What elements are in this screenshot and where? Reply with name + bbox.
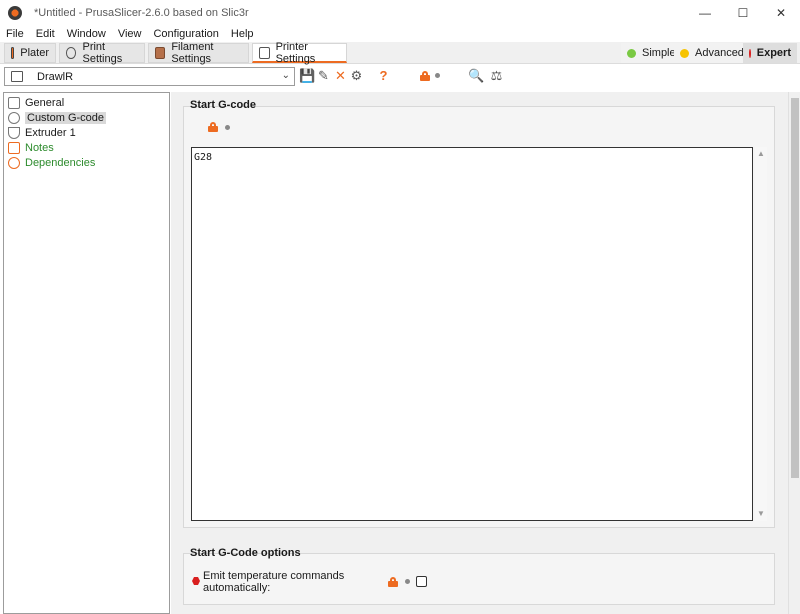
settings-tree: General Custom G-code Extruder 1 Notes D… [3, 92, 170, 614]
printer-icon [8, 96, 20, 109]
page-scrollbar[interactable] [788, 92, 800, 614]
tree-item-extruder-1[interactable]: Extruder 1 [4, 125, 169, 140]
unlock-icon[interactable] [388, 577, 398, 587]
gear-icon [8, 111, 20, 124]
tree-item-dependencies[interactable]: Dependencies [4, 155, 169, 170]
tree-item-label: Extruder 1 [25, 126, 76, 139]
dependencies-icon [8, 156, 20, 169]
menu-bar: File Edit Window View Configuration Help [0, 26, 800, 42]
tab-filament-settings[interactable]: Filament Settings [148, 41, 249, 65]
menu-help[interactable]: Help [231, 28, 254, 40]
printer-preset-dropdown[interactable]: DrawlR ⌄ [4, 67, 295, 86]
rename-preset-icon[interactable]: ✎ [316, 68, 331, 83]
print-settings-icon [66, 47, 77, 59]
menu-edit[interactable]: Edit [36, 28, 55, 40]
unlock-icon[interactable] [208, 122, 218, 132]
maximize-button[interactable]: ☐ [724, 0, 762, 26]
start-gcode-title: Start G-code [190, 99, 257, 111]
question-icon[interactable]: ? [376, 68, 391, 83]
tree-item-custom-gcode[interactable]: Custom G-code [4, 110, 169, 125]
window-controls: — ☐ ✕ [686, 0, 800, 26]
tab-filament-settings-label: Filament Settings [171, 41, 214, 65]
tree-item-general[interactable]: General [4, 95, 169, 110]
tab-plater[interactable]: Plater [4, 43, 56, 63]
chevron-down-icon: ⌄ [281, 70, 290, 81]
mode-advanced-label: Advanced [695, 47, 744, 59]
menu-window[interactable]: Window [67, 28, 106, 40]
system-value-dot-icon[interactable] [435, 73, 440, 78]
tree-item-label: General [25, 96, 65, 109]
simple-mode-icon [627, 48, 636, 58]
scroll-down-icon[interactable]: ▼ [757, 509, 765, 518]
tab-print-settings-label: Print Settings [82, 41, 123, 65]
settings-page: Start G-code G28 ▲ ▼ Start G-Code option… [171, 92, 800, 614]
menu-configuration[interactable]: Configuration [153, 28, 218, 40]
page-scrollbar-thumb[interactable] [791, 98, 799, 478]
scroll-up-icon[interactable]: ▲ [757, 149, 765, 158]
emit-temperature-label-line2: automatically: [203, 582, 271, 594]
extruder-icon [8, 126, 20, 139]
window-title: *Untitled - PrusaSlicer-2.6.0 based on S… [34, 7, 249, 19]
start-gcode-options-title: Start G-Code options [190, 547, 301, 559]
mode-simple[interactable]: Simple [621, 43, 682, 63]
system-value-dot-icon[interactable] [405, 579, 410, 584]
emit-temperature-checkbox[interactable] [416, 576, 427, 587]
emit-temperature-label-line1: Emit temperature commands [203, 570, 345, 582]
menu-file[interactable]: File [6, 28, 24, 40]
mode-simple-label: Simple [642, 47, 676, 59]
tree-item-label: Notes [25, 141, 54, 154]
filament-icon [155, 47, 166, 59]
start-gcode-editor[interactable]: G28 [191, 147, 753, 521]
save-preset-icon[interactable]: 💾 [299, 68, 315, 83]
close-button[interactable]: ✕ [762, 0, 800, 26]
tab-print-settings[interactable]: Print Settings [59, 41, 145, 65]
prusaslicer-logo-icon [8, 6, 22, 20]
tree-item-label: Custom G-code [25, 111, 107, 124]
tab-bar: Plater Print Settings Filament Settings … [0, 40, 800, 65]
tree-item-label: Dependencies [25, 156, 96, 169]
expert-mode-icon [749, 48, 751, 58]
mode-expert[interactable]: Expert [743, 43, 797, 63]
mode-advanced[interactable]: Advanced [674, 43, 750, 63]
tab-plater-label: Plater [20, 47, 49, 59]
delete-preset-icon[interactable]: ✕ [333, 68, 348, 83]
physical-printer-gear-icon[interactable]: ⚙ [349, 68, 364, 83]
title-bar: *Untitled - PrusaSlicer-2.6.0 based on S… [0, 0, 800, 26]
mode-expert-label: Expert [756, 47, 791, 59]
plater-icon [11, 47, 15, 59]
search-icon[interactable]: 🔍 [468, 68, 484, 83]
tab-printer-settings-label: Printer Settings [275, 40, 316, 65]
printer-preset-icon [11, 71, 23, 82]
menu-view[interactable]: View [118, 28, 142, 40]
notes-icon [8, 141, 20, 154]
compare-presets-icon[interactable]: ⚖ [489, 68, 504, 83]
tree-item-notes[interactable]: Notes [4, 140, 169, 155]
editor-scrollbar[interactable]: ▲ ▼ [755, 147, 767, 521]
tab-printer-settings[interactable]: Printer Settings [252, 40, 347, 65]
unlock-icon[interactable] [420, 71, 430, 81]
system-value-dot-icon[interactable] [225, 125, 230, 130]
minimize-button[interactable]: — [686, 0, 724, 26]
printer-icon [259, 46, 270, 59]
printer-preset-name: DrawlR [37, 70, 74, 83]
advanced-mode-icon [680, 48, 689, 58]
